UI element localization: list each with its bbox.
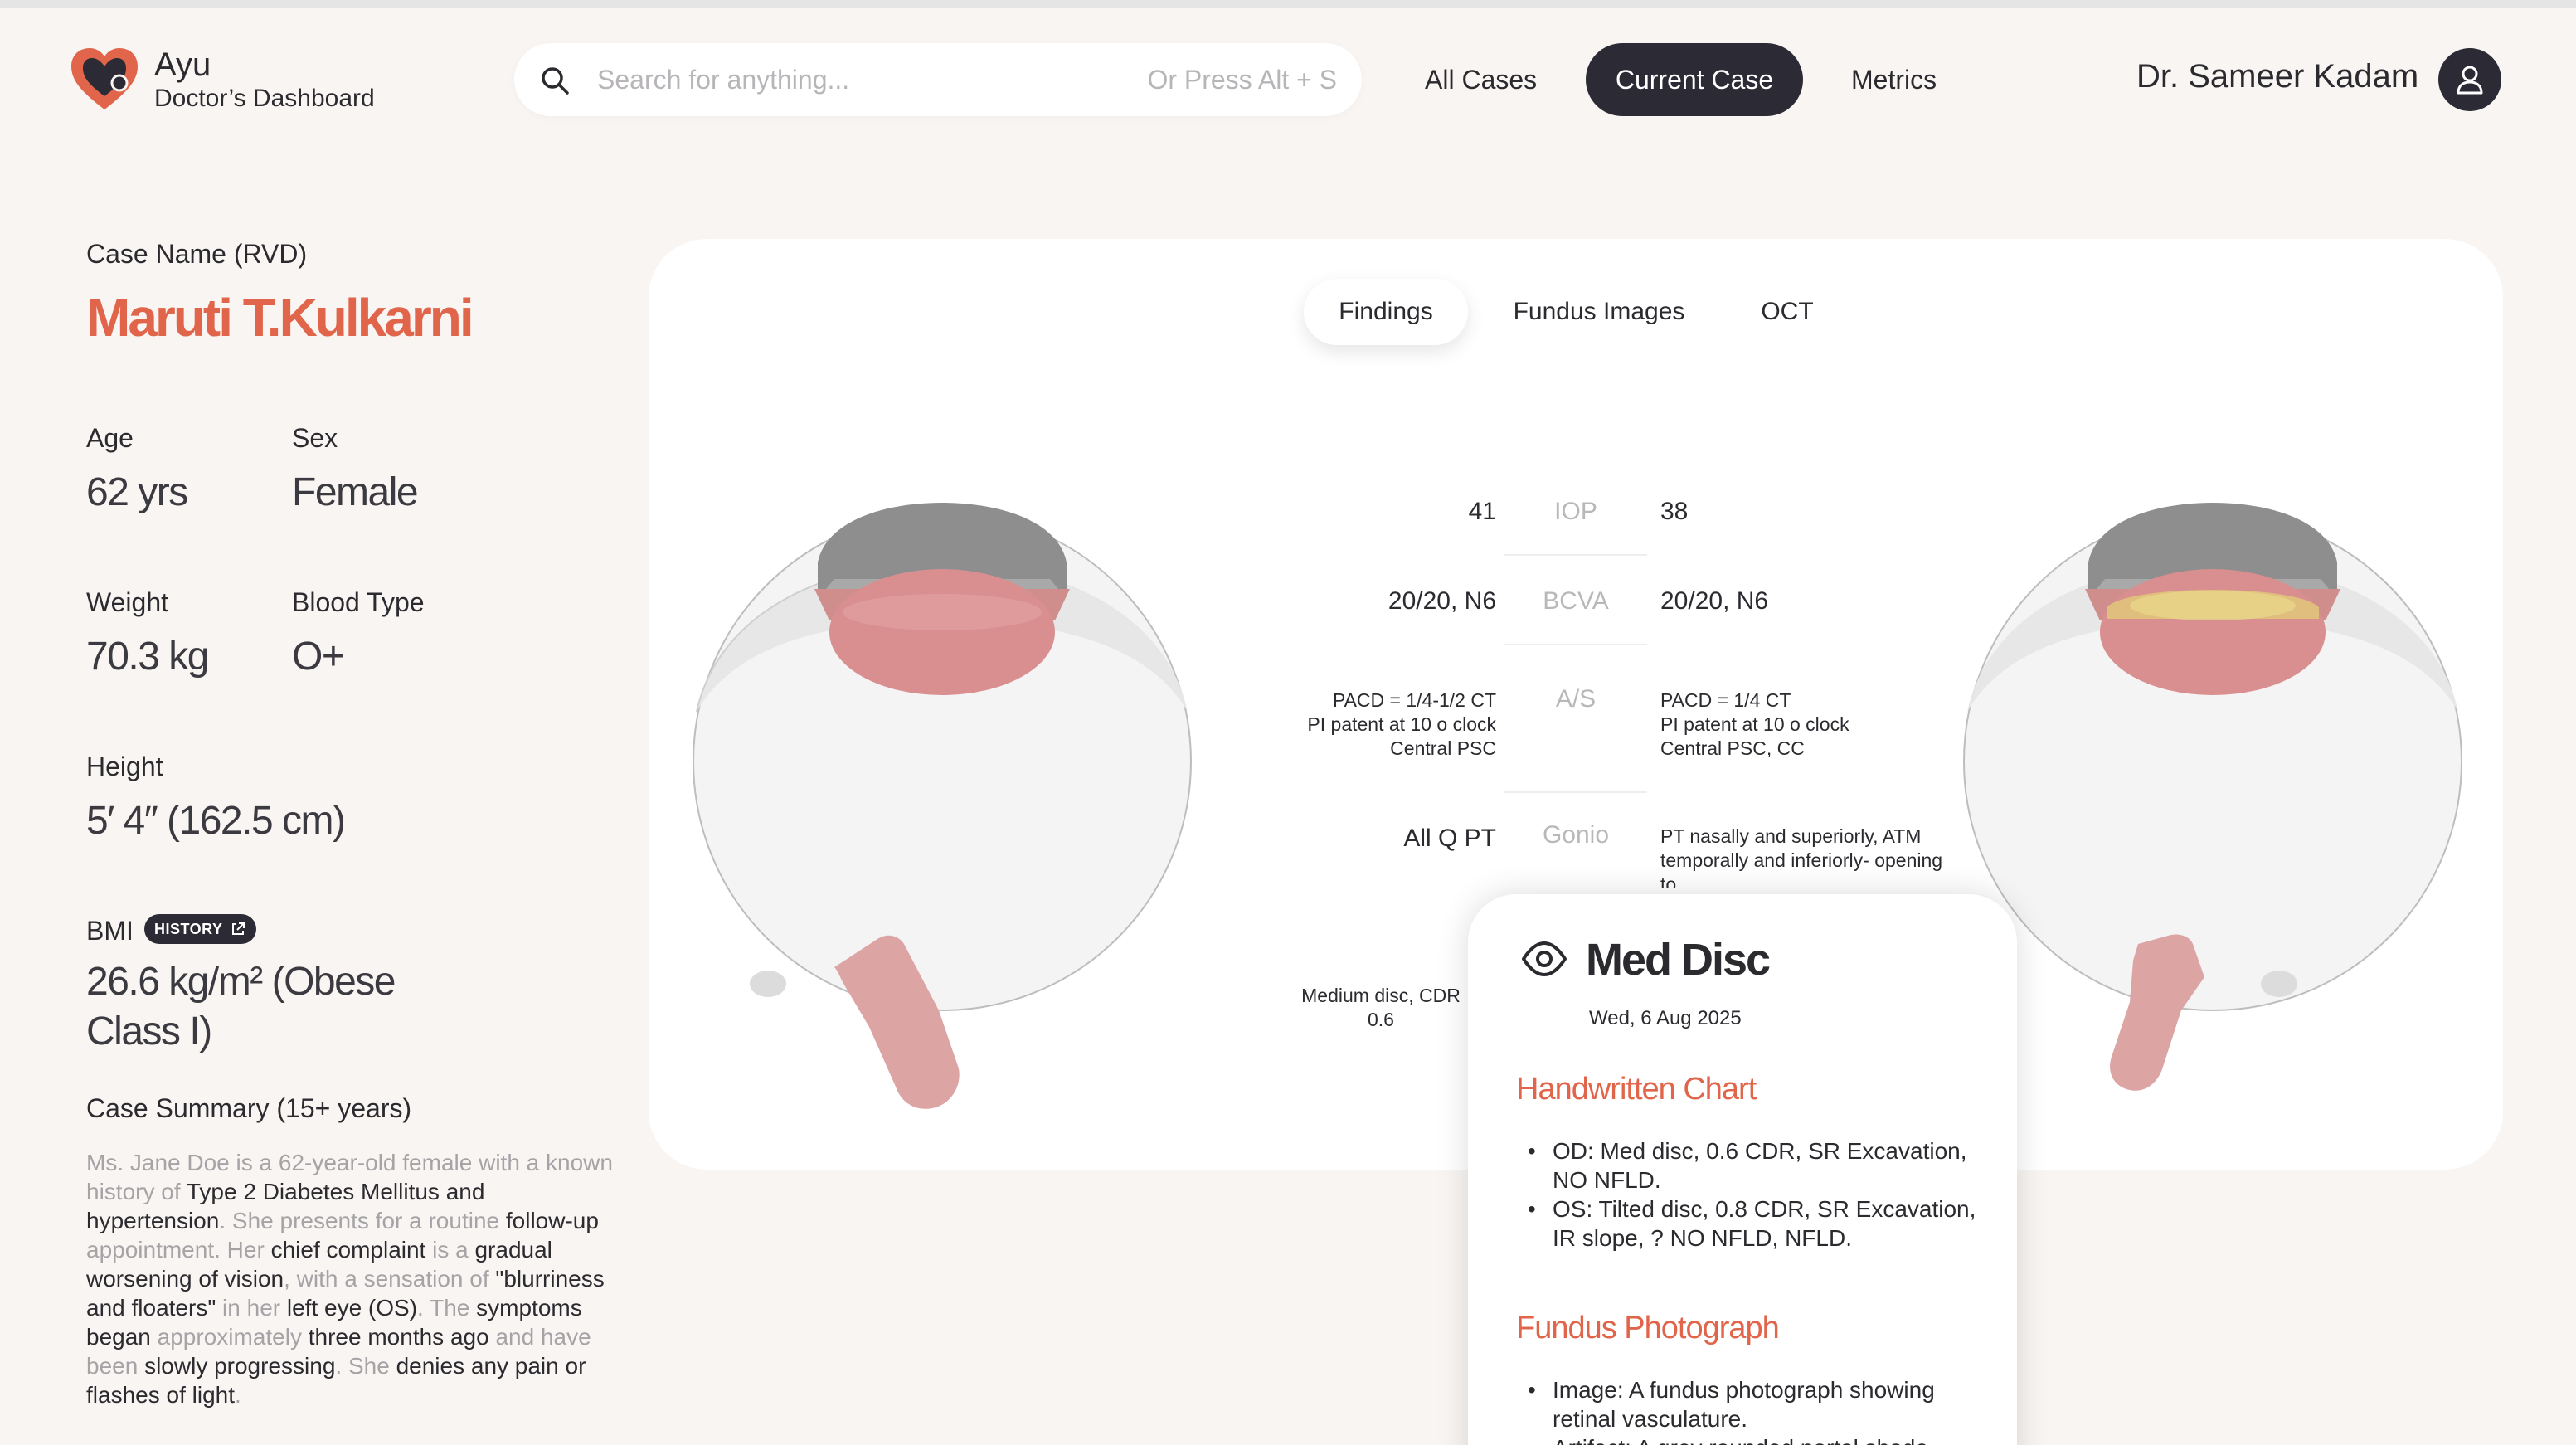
search-bar[interactable]: Or Press Alt + S	[514, 43, 1362, 116]
iop-os-value: 38	[1660, 498, 1689, 525]
section-handwritten-chart: Handwritten Chart	[1516, 1072, 1757, 1107]
blood-type-value: O+	[292, 635, 345, 679]
height-label: Height	[86, 752, 163, 781]
bmi-value: 26.6 kg/m² (Obese Class I)	[86, 960, 396, 1053]
summary-text: is a	[425, 1237, 475, 1263]
as-label: A/S	[1555, 685, 1597, 713]
summary-text: . She presents for a routine	[219, 1208, 506, 1233]
case-summary-title: Case Summary (15+ years)	[86, 1093, 412, 1123]
case-label: Case Name (RVD)	[86, 239, 308, 269]
heart-logo-icon	[71, 48, 138, 109]
row-divider	[1504, 791, 1647, 793]
nav-metrics[interactable]: Metrics	[1851, 43, 1937, 116]
bcva-label: BCVA	[1543, 587, 1609, 615]
brand-subtitle: Doctor’s Dashboard	[154, 85, 375, 112]
top-border	[0, 0, 2576, 8]
gonio-os-value: PT nasally and superiorly, ATM temporall…	[1660, 825, 1943, 888]
summary-text: . She	[335, 1353, 396, 1379]
tab-findings[interactable]: Findings	[1304, 279, 1468, 345]
as-os-value: PACD = 1/4 CT PI patent at 10 o clock Ce…	[1660, 689, 1849, 759]
user-icon	[2457, 66, 2483, 95]
list-item: Image: A fundus photograph showing retin…	[1516, 1375, 1981, 1433]
fundus-photograph-list: Image: A fundus photograph showing retin…	[1516, 1375, 1981, 1445]
med-disc-popup: Med Disc Wed, 6 Aug 2025 Handwritten Cha…	[1468, 894, 2017, 1445]
right-eye-od-diagram	[693, 503, 1192, 1109]
gonio-label: Gonio	[1542, 821, 1610, 849]
summary-text: , with a sensation of	[284, 1266, 496, 1292]
age-value: 62 yrs	[86, 470, 188, 514]
bcva-od-value: 20/20, N6	[1388, 587, 1496, 615]
summary-text: . The	[417, 1295, 477, 1321]
left-eye-os-diagram	[1963, 503, 2462, 1091]
summary-highlight: slowly progressing	[144, 1353, 336, 1379]
iop-label: IOP	[1554, 498, 1597, 525]
summary-text: in her	[216, 1295, 287, 1321]
brand-name: Ayu	[154, 46, 211, 83]
list-item: OD: Med disc, 0.6 CDR, SR Excavation, NO…	[1516, 1136, 1981, 1194]
as-od-value: PACD = 1/4-1/2 CT PI patent at 10 o cloc…	[1307, 689, 1496, 759]
sex-label: Sex	[292, 423, 338, 453]
handwritten-chart-list: OD: Med disc, 0.6 CDR, SR Excavation, NO…	[1516, 1136, 1981, 1253]
eye-icon	[1522, 941, 1567, 976]
summary-highlight: left eye (OS)	[286, 1295, 418, 1321]
summary-text: approximately	[150, 1324, 309, 1350]
gonio-od-value: All Q PT	[1403, 825, 1496, 852]
section-fundus-photograph: Fundus Photograph	[1516, 1311, 1780, 1345]
tab-fundus-images[interactable]: Fundus Images	[1498, 279, 1700, 345]
patient-name: Maruti T.Kulkarni	[86, 288, 474, 348]
summary-text: appointment. Her	[86, 1237, 271, 1263]
list-item: OS: Tilted disc, 0.8 CDR, SR Excavation,…	[1516, 1194, 1981, 1253]
user-avatar[interactable]	[2438, 48, 2501, 111]
search-input[interactable]	[597, 60, 1128, 100]
popup-title: Med Disc	[1586, 935, 1771, 985]
nav-current-case[interactable]: Current Case	[1586, 43, 1803, 116]
iop-od-value: 41	[1468, 498, 1496, 525]
search-icon	[542, 67, 569, 95]
bmi-history-button[interactable]: HISTORY	[144, 914, 256, 944]
user-name: Dr. Sameer Kadam	[2136, 58, 2419, 95]
sex-value: Female	[292, 470, 419, 514]
popup-date: Wed, 6 Aug 2025	[1589, 1007, 1742, 1029]
bcva-os-value: 20/20, N6	[1660, 587, 1769, 615]
external-link-icon	[231, 922, 245, 935]
disc-od-value: Medium disc, CDR 0.6 SR < IR, inferior N…	[1301, 985, 1461, 1035]
bmi-label: BMI	[86, 916, 134, 946]
list-item: Artifact: A grey rounded portal shade	[1516, 1433, 1981, 1445]
search-shortcut-hint: Or Press Alt + S	[1147, 65, 1337, 95]
row-divider	[1504, 554, 1647, 556]
weight-value: 70.3 kg	[86, 635, 209, 679]
age-label: Age	[86, 423, 134, 453]
history-badge-label: HISTORY	[154, 920, 223, 937]
summary-highlight: chief complaint	[270, 1237, 426, 1263]
summary-highlight: follow-up	[505, 1208, 599, 1233]
tab-oct[interactable]: OCT	[1725, 279, 1849, 345]
height-value: 5′ 4″ (162.5 cm)	[86, 799, 346, 843]
weight-label: Weight	[86, 587, 169, 617]
summary-text: .	[235, 1382, 241, 1408]
blood-type-label: Blood Type	[292, 587, 425, 617]
nav-all-cases[interactable]: All Cases	[1425, 43, 1537, 116]
case-summary-text: Ms. Jane Doe is a 62-year-old female wit…	[86, 1148, 617, 1409]
row-divider	[1504, 644, 1647, 645]
summary-highlight: three months ago	[308, 1324, 489, 1350]
